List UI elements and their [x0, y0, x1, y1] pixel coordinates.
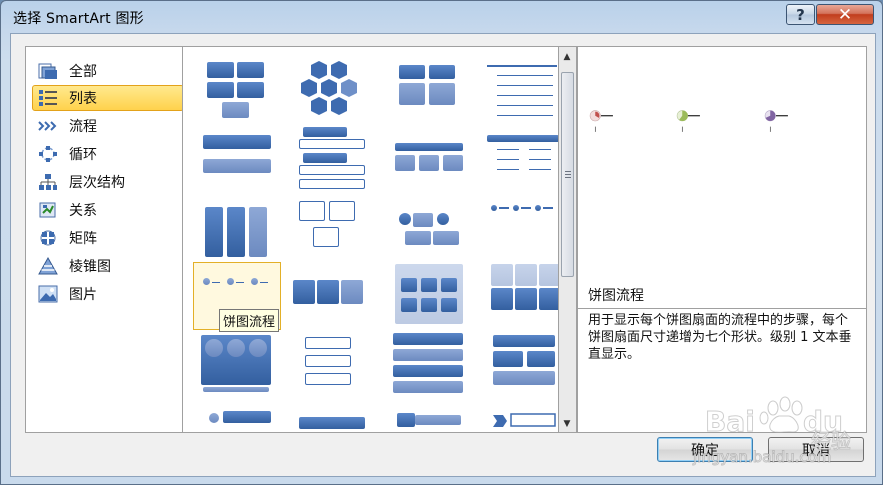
- pyramid-icon: [37, 257, 59, 275]
- category-picture[interactable]: 图片: [32, 281, 184, 307]
- layout-thumbnail[interactable]: [193, 57, 281, 125]
- preview-description: 用于显示每个饼图扇面的流程中的步骤，每个饼图扇面尺寸递增为七个形状。级别 1 文…: [578, 308, 866, 432]
- layout-thumbnail[interactable]: [481, 193, 558, 261]
- category-label: 矩阵: [69, 231, 97, 247]
- ok-button[interactable]: 确定: [657, 437, 753, 462]
- matrix-icon: [37, 229, 59, 247]
- list-icon: [37, 89, 59, 107]
- layout-gallery: 饼图流程: [182, 46, 559, 433]
- category-hierarchy[interactable]: 层次结构: [32, 169, 184, 195]
- category-list-item[interactable]: 列表: [32, 85, 184, 111]
- pie-step-icon: [764, 110, 788, 132]
- layout-thumbnail[interactable]: [481, 125, 558, 193]
- category-label: 关系: [69, 203, 97, 219]
- category-label: 层次结构: [69, 175, 125, 191]
- layout-thumbnail[interactable]: [289, 399, 377, 432]
- process-icon: [37, 117, 59, 135]
- help-button[interactable]: ?: [786, 4, 815, 25]
- category-pyramid[interactable]: 棱锥图: [32, 253, 184, 279]
- dialog-title: 选择 SmartArt 图形: [13, 11, 144, 27]
- category-label: 图片: [69, 287, 97, 303]
- grip-icon: [564, 171, 571, 178]
- layout-thumbnail[interactable]: [385, 125, 473, 193]
- layout-thumbnail[interactable]: [385, 399, 473, 432]
- pie-step-icon: [589, 110, 613, 132]
- scroll-down-icon[interactable]: ▼: [562, 419, 572, 429]
- layout-thumbnail[interactable]: [193, 125, 281, 193]
- category-label: 流程: [69, 119, 97, 135]
- gallery-scrollbar[interactable]: ▲ ▼: [559, 46, 577, 433]
- category-list: 全部 列表 流程 循环 层次结构 关系 矩阵 棱锥图 图片: [25, 46, 184, 433]
- layout-thumbnail[interactable]: [193, 193, 281, 261]
- smartart-dialog: 选择 SmartArt 图形 ? ✕ 全部 列表 流程 循环 层次结构 关系 矩…: [0, 0, 883, 485]
- category-label: 列表: [69, 91, 97, 107]
- preview-panel: 饼图流程 用于显示每个饼图扇面的流程中的步骤，每个饼图扇面尺寸递增为七个形状。级…: [577, 46, 867, 433]
- layout-thumbnail[interactable]: [481, 57, 558, 125]
- layout-thumbnail[interactable]: [481, 399, 558, 432]
- layout-tooltip: 饼图流程: [219, 309, 280, 332]
- dialog-body: 全部 列表 流程 循环 层次结构 关系 矩阵 棱锥图 图片 饼图流程 ▲ ▼ 饼…: [10, 33, 876, 477]
- layout-thumbnail[interactable]: [289, 125, 377, 193]
- layout-thumbnail[interactable]: [289, 331, 377, 399]
- layout-thumbnail[interactable]: [385, 262, 473, 330]
- cancel-button[interactable]: 取消: [768, 437, 864, 462]
- category-label: 棱锥图: [69, 259, 111, 275]
- category-all[interactable]: 全部: [32, 58, 184, 84]
- scroll-thumb[interactable]: [561, 72, 574, 277]
- layout-thumbnail[interactable]: [481, 262, 558, 330]
- relationship-icon: [37, 201, 59, 219]
- hierarchy-icon: [37, 173, 59, 191]
- preview-title: 饼图流程: [588, 288, 644, 304]
- category-process[interactable]: 流程: [32, 113, 184, 139]
- layout-thumbnail[interactable]: [289, 57, 377, 125]
- layout-thumbnail[interactable]: [481, 331, 558, 399]
- cycle-icon: [37, 145, 59, 163]
- layout-thumbnail[interactable]: [193, 331, 281, 399]
- layout-thumbnail[interactable]: [289, 193, 377, 261]
- category-relationship[interactable]: 关系: [32, 197, 184, 223]
- title-bar[interactable]: 选择 SmartArt 图形 ? ✕: [1, 1, 882, 31]
- layout-thumbnail[interactable]: [289, 262, 377, 330]
- all-icon: [37, 62, 59, 80]
- layout-thumbnail[interactable]: [193, 399, 281, 432]
- category-label: 循环: [69, 147, 97, 163]
- pie-step-icon: [676, 110, 700, 132]
- close-button[interactable]: ✕: [816, 4, 874, 25]
- picture-icon: [37, 285, 59, 303]
- category-label: 全部: [69, 64, 97, 80]
- layout-thumbnail[interactable]: [385, 193, 473, 261]
- scroll-up-icon[interactable]: ▲: [562, 52, 572, 62]
- layout-thumbnail[interactable]: [385, 57, 473, 125]
- category-matrix[interactable]: 矩阵: [32, 225, 184, 251]
- layout-thumbnail[interactable]: [385, 331, 473, 399]
- category-cycle[interactable]: 循环: [32, 141, 184, 167]
